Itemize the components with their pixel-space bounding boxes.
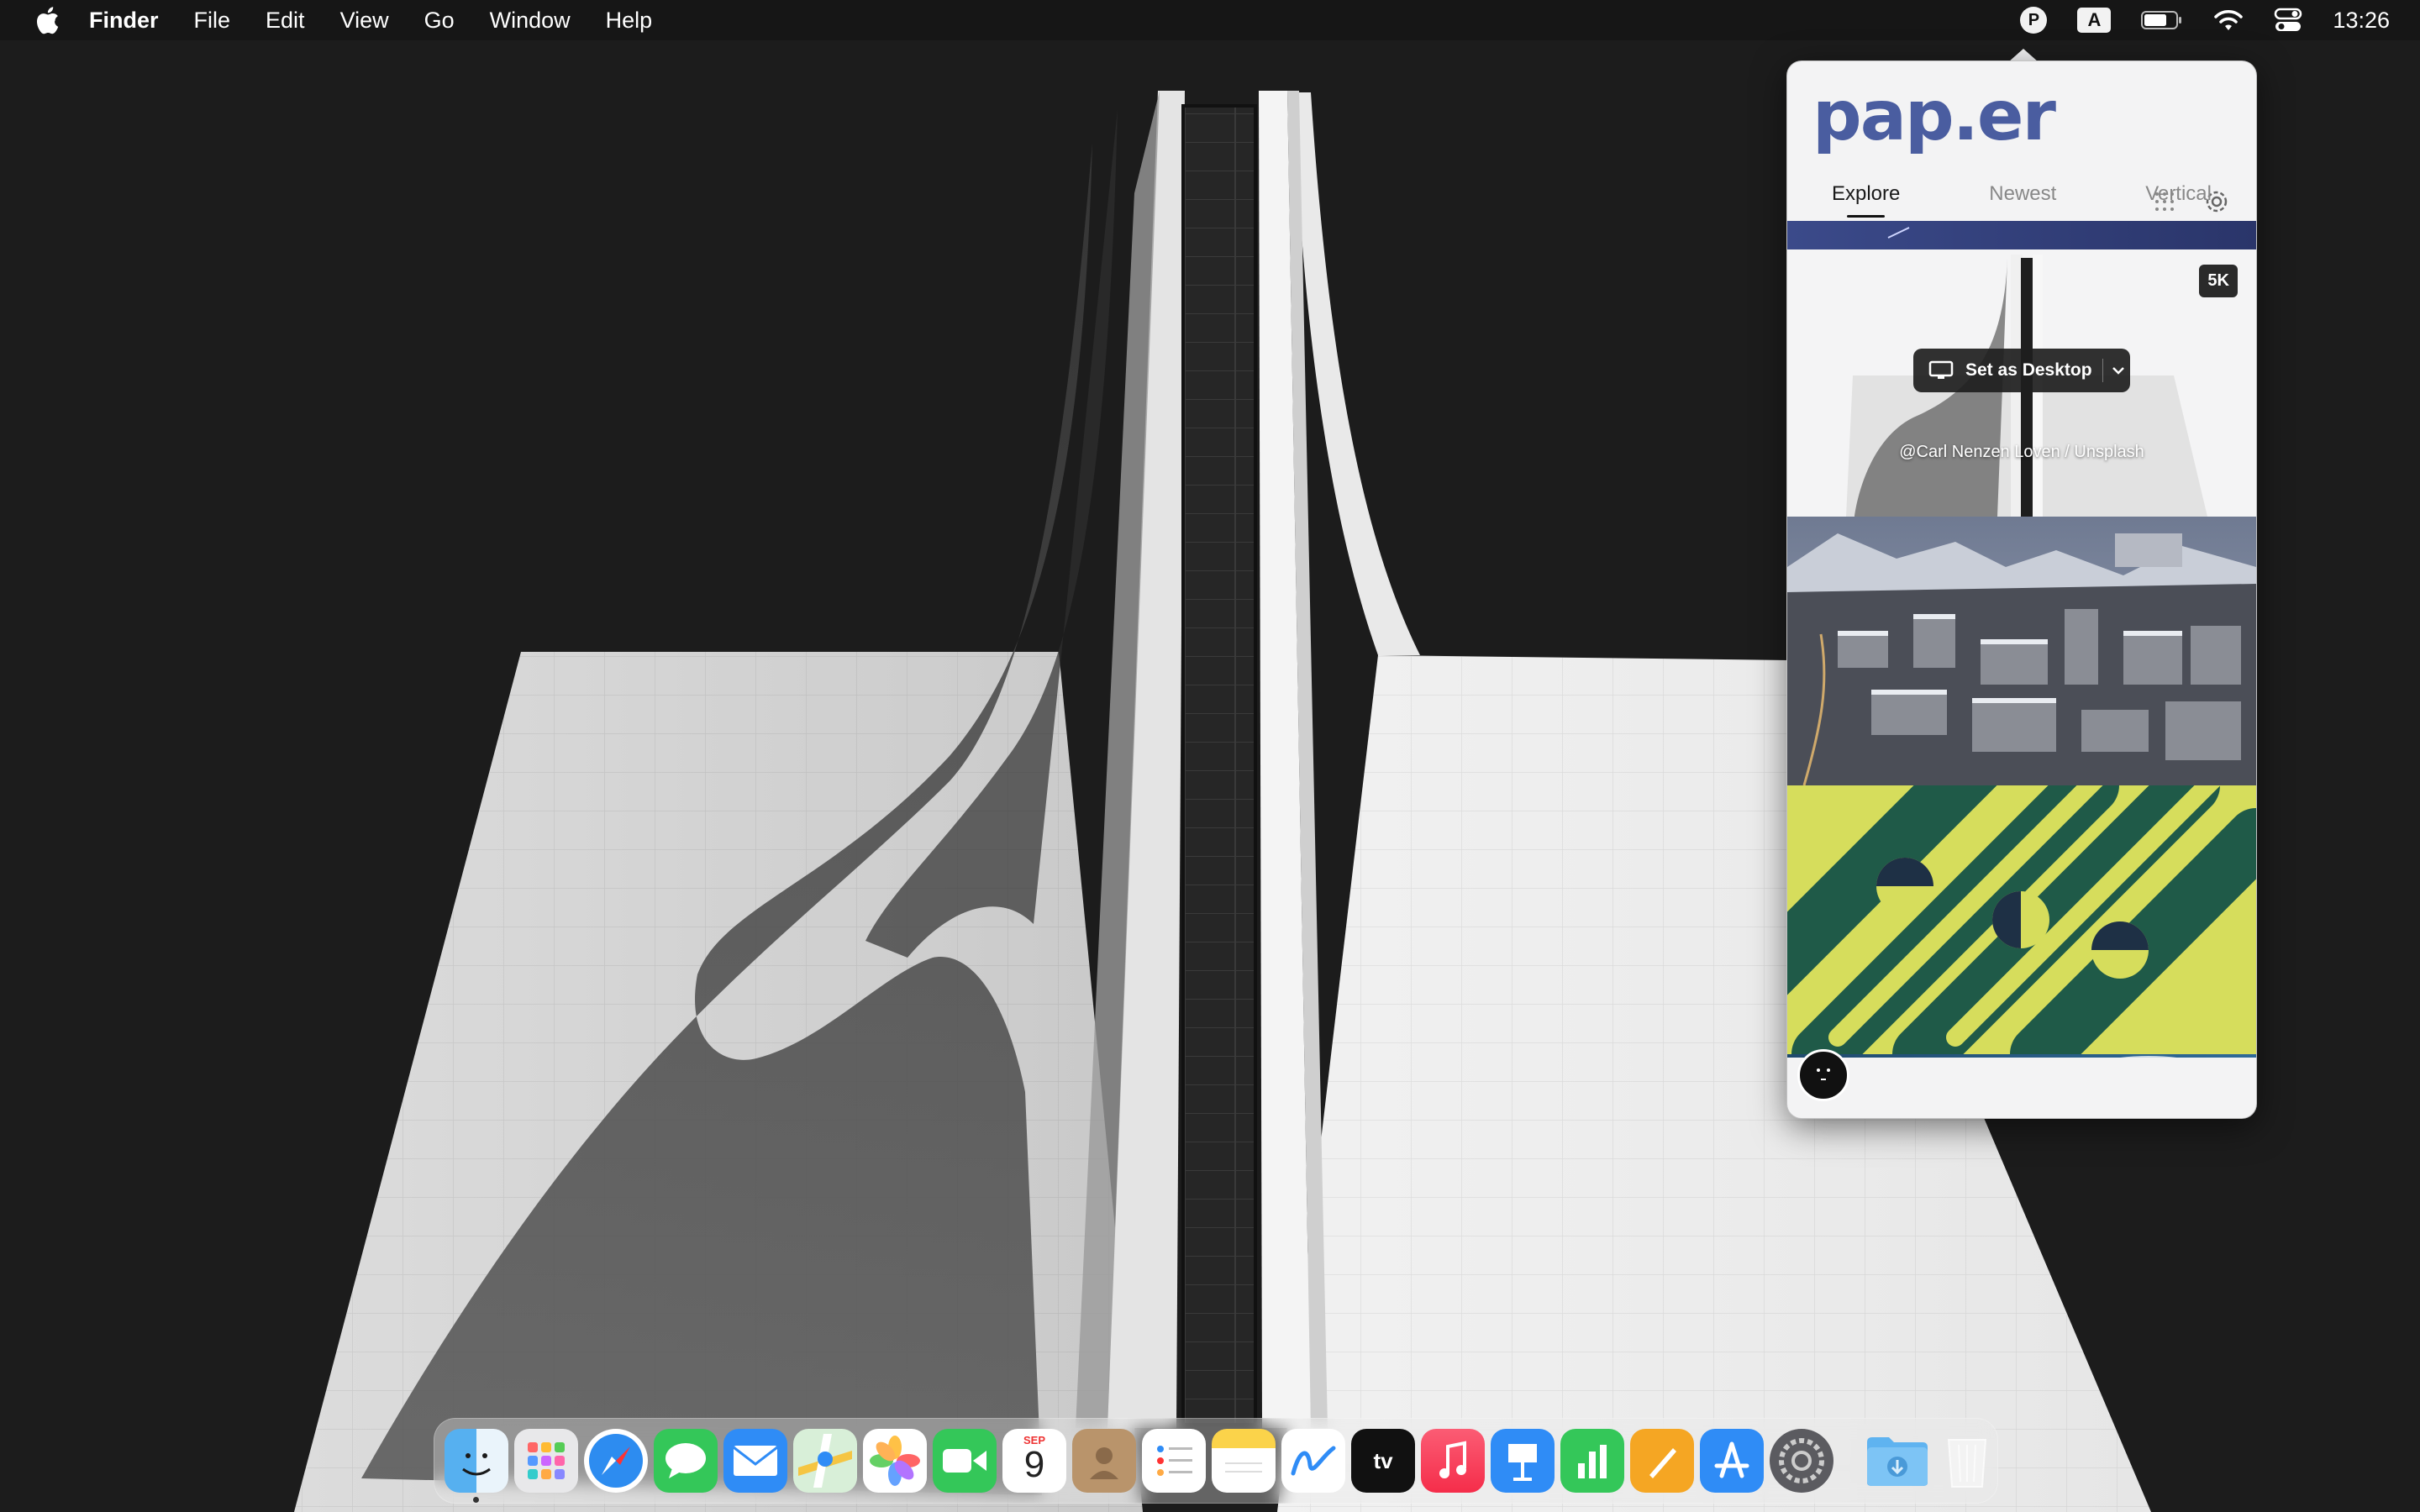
paper-logo: pap.er bbox=[1812, 76, 2056, 156]
menu-view[interactable]: View bbox=[340, 8, 389, 34]
thumbnail-city-snow[interactable] bbox=[1787, 517, 2256, 785]
button-separator bbox=[2102, 359, 2103, 382]
set-as-desktop-button[interactable]: Set as Desktop bbox=[1913, 349, 2130, 392]
menu-window[interactable]: Window bbox=[490, 8, 571, 34]
thumbnail-partial-top[interactable] bbox=[1787, 221, 2256, 249]
dock-reminders-icon[interactable] bbox=[1142, 1429, 1206, 1493]
dock-freeform-icon[interactable] bbox=[1281, 1429, 1345, 1493]
svg-text:tv: tv bbox=[1373, 1448, 1393, 1473]
dock-photos-icon[interactable] bbox=[863, 1429, 927, 1493]
dock-safari-icon[interactable] bbox=[584, 1429, 648, 1493]
dock-system-settings-icon[interactable] bbox=[1770, 1429, 1833, 1493]
wallpaper-feed[interactable]: 5K Set as Desktop @Carl Nenzen Loven / U… bbox=[1787, 221, 2256, 1058]
dock-pages-icon[interactable] bbox=[1630, 1429, 1694, 1493]
paper-status-icon[interactable]: P bbox=[2020, 7, 2048, 34]
menubar-clock[interactable]: 13:26 bbox=[2333, 8, 2390, 34]
dock-trash-icon[interactable] bbox=[1935, 1429, 1999, 1493]
thumbnail-blue-sky[interactable] bbox=[1787, 1054, 2256, 1058]
input-source-icon[interactable]: A bbox=[2077, 8, 2112, 33]
scroll-to-top-button[interactable] bbox=[1797, 1049, 1849, 1101]
dock: SEP 9 tv bbox=[434, 1418, 1998, 1504]
paper-popover: pap.er Explore Newest Vertical 5K Set as… bbox=[1786, 60, 2257, 1119]
dock-downloads-folder-icon[interactable] bbox=[1865, 1429, 1929, 1493]
menu-bar: Finder File Edit View Go Window Help P A… bbox=[0, 0, 2420, 40]
thumbnail-featured-architecture[interactable]: 5K Set as Desktop @Carl Nenzen Loven / U… bbox=[1787, 249, 2256, 517]
tab-explore[interactable]: Explore bbox=[1823, 182, 1908, 218]
calendar-day: 9 bbox=[1023, 1444, 1045, 1485]
photo-credit[interactable]: @Carl Nenzen Loven / Unsplash bbox=[1787, 443, 2256, 462]
paper-tabs: Explore Newest Vertical bbox=[1787, 182, 2256, 218]
control-center-icon[interactable] bbox=[2274, 8, 2302, 33]
tab-vertical[interactable]: Vertical bbox=[2137, 182, 2220, 206]
dock-tv-icon[interactable]: tv bbox=[1351, 1429, 1415, 1493]
paper-badge-label: P bbox=[2020, 7, 2048, 34]
dock-messages-icon[interactable] bbox=[654, 1429, 718, 1493]
apple-menu-icon[interactable] bbox=[30, 6, 64, 34]
menu-app-finder[interactable]: Finder bbox=[89, 8, 159, 34]
tab-newest[interactable]: Newest bbox=[1981, 182, 2065, 206]
menu-help[interactable]: Help bbox=[606, 8, 653, 34]
dock-mail-icon[interactable] bbox=[723, 1429, 787, 1493]
battery-icon[interactable] bbox=[2141, 10, 2183, 30]
chevron-down-icon[interactable] bbox=[2112, 360, 2125, 381]
thumbnail-green-yellow-balls[interactable] bbox=[1787, 785, 2256, 1054]
menu-edit[interactable]: Edit bbox=[266, 8, 305, 34]
wifi-icon[interactable] bbox=[2213, 8, 2244, 32]
finder-running-indicator bbox=[473, 1497, 479, 1503]
dock-finder-icon[interactable] bbox=[445, 1429, 508, 1503]
dock-notes-icon[interactable] bbox=[1212, 1429, 1276, 1493]
input-source-label: A bbox=[2077, 8, 2112, 33]
dock-launchpad-icon[interactable] bbox=[514, 1429, 578, 1493]
set-as-desktop-label: Set as Desktop bbox=[1965, 360, 2092, 380]
resolution-badge: 5K bbox=[2199, 265, 2238, 297]
dock-appstore-icon[interactable] bbox=[1700, 1429, 1764, 1493]
menu-file[interactable]: File bbox=[194, 8, 231, 34]
dock-calendar-icon[interactable]: SEP 9 bbox=[1002, 1429, 1066, 1493]
dock-music-icon[interactable] bbox=[1421, 1429, 1485, 1493]
dock-contacts-icon[interactable] bbox=[1072, 1429, 1136, 1493]
dock-maps-icon[interactable] bbox=[793, 1429, 857, 1493]
monitor-icon bbox=[1928, 360, 1954, 381]
dock-numbers-icon[interactable] bbox=[1560, 1429, 1624, 1493]
dock-facetime-icon[interactable] bbox=[933, 1429, 997, 1493]
dock-keynote-icon[interactable] bbox=[1491, 1429, 1555, 1493]
menu-go[interactable]: Go bbox=[424, 8, 455, 34]
